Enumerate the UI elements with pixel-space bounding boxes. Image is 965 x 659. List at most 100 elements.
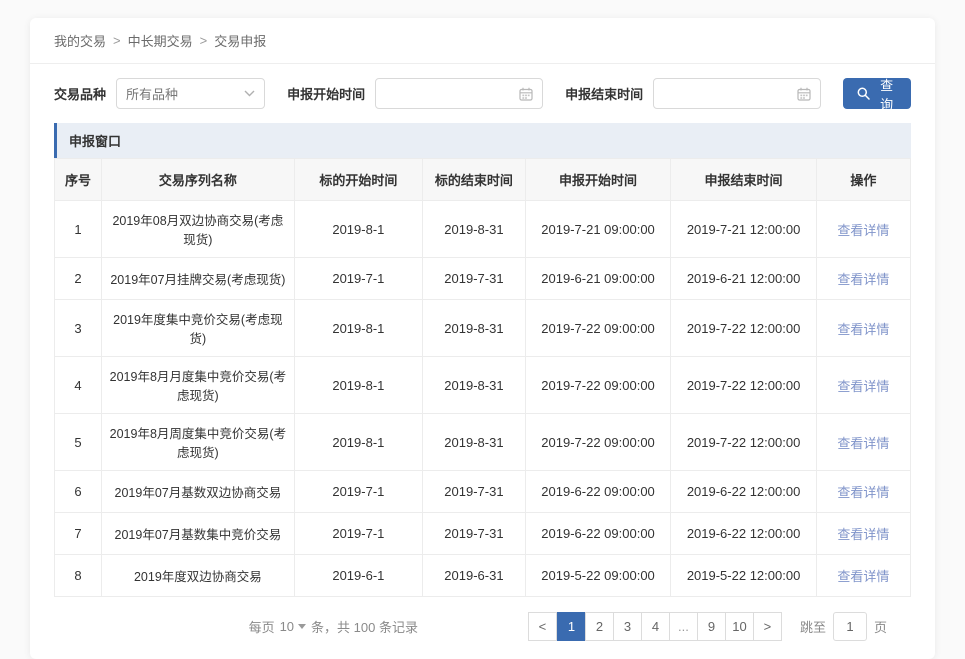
row-index-cell: 2 <box>55 258 102 300</box>
sequence-name-cell: 2019年07月基数集中竞价交易 <box>102 513 295 555</box>
declare-start-date-field <box>375 78 543 109</box>
subject-start-cell: 2019-7-1 <box>294 471 422 513</box>
table-row: 5 2019年8月周度集中竞价交易(考虑现货) 2019-8-1 2019-8-… <box>55 414 911 471</box>
variety-selected-value: 所有品种 <box>126 84 178 103</box>
breadcrumb-item-trade-declaration: 交易申报 <box>214 31 266 50</box>
view-details-link[interactable]: 查看详情 <box>837 436 889 451</box>
per-page-dropdown-icon <box>298 624 306 629</box>
view-details-link[interactable]: 查看详情 <box>837 223 889 238</box>
subject-start-cell: 2019-8-1 <box>294 300 422 357</box>
per-page-select[interactable]: 10 <box>280 619 306 634</box>
subject-end-cell: 2019-7-31 <box>423 258 526 300</box>
subject-start-cell: 2019-6-1 <box>294 555 422 597</box>
pagination-page-3[interactable]: 3 <box>613 612 642 641</box>
operation-cell: 查看详情 <box>816 258 910 300</box>
pagination-page-1[interactable]: 1 <box>557 612 586 641</box>
declare-end-cell: 2019-5-22 12:00:00 <box>671 555 817 597</box>
breadcrumb-item-mid-long-term[interactable]: 中长期交易 <box>128 31 193 50</box>
col-header-declare-start: 申报开始时间 <box>525 159 671 201</box>
declare-start-input[interactable] <box>385 86 519 101</box>
chevron-down-icon <box>244 90 255 97</box>
sequence-name-cell: 2019年08月双边协商交易(考虑现货) <box>102 201 295 258</box>
pagination-ellipsis: ... <box>669 612 698 641</box>
row-index-cell: 6 <box>55 471 102 513</box>
pagination-prev-button[interactable]: < <box>528 612 557 641</box>
sequence-name-cell: 2019年8月月度集中竞价交易(考虑现货) <box>102 357 295 414</box>
table-row: 6 2019年07月基数双边协商交易 2019-7-1 2019-7-31 20… <box>55 471 911 513</box>
row-index-cell: 7 <box>55 513 102 555</box>
calendar-icon[interactable] <box>519 87 533 101</box>
col-header-subject-end: 标的结束时间 <box>423 159 526 201</box>
subject-start-cell: 2019-8-1 <box>294 357 422 414</box>
sequence-name-cell: 2019年07月基数双边协商交易 <box>102 471 295 513</box>
pagination-page-4[interactable]: 4 <box>641 612 670 641</box>
per-page-value: 10 <box>280 619 294 634</box>
view-details-link[interactable]: 查看详情 <box>837 272 889 287</box>
operation-cell: 查看详情 <box>816 300 910 357</box>
declare-start-cell: 2019-7-22 09:00:00 <box>525 414 671 471</box>
table-row: 2 2019年07月挂牌交易(考虑现货) 2019-7-1 2019-7-31 … <box>55 258 911 300</box>
declare-start-cell: 2019-7-22 09:00:00 <box>525 300 671 357</box>
calendar-icon[interactable] <box>797 87 811 101</box>
query-button[interactable]: 查询 <box>843 78 911 109</box>
declare-end-label: 申报结束时间 <box>565 84 643 103</box>
col-header-sequence-name: 交易序列名称 <box>102 159 295 201</box>
jump-label: 跳至 <box>800 617 826 636</box>
declare-start-cell: 2019-6-22 09:00:00 <box>525 471 671 513</box>
subject-end-cell: 2019-7-31 <box>423 471 526 513</box>
filter-bar: 交易品种 所有品种 申报开始时间 申报结束时间 查询 <box>30 64 935 121</box>
operation-cell: 查看详情 <box>816 414 910 471</box>
declare-end-cell: 2019-7-22 12:00:00 <box>671 414 817 471</box>
breadcrumb-separator: > <box>113 33 121 48</box>
view-details-link[interactable]: 查看详情 <box>837 485 889 500</box>
breadcrumb-item-my-trading[interactable]: 我的交易 <box>54 31 106 50</box>
pagination-pages: 1234...910 <box>557 612 754 641</box>
variety-select[interactable]: 所有品种 <box>116 78 265 109</box>
operation-cell: 查看详情 <box>816 513 910 555</box>
query-button-label: 查询 <box>876 75 897 113</box>
col-header-declare-end: 申报结束时间 <box>671 159 817 201</box>
sequence-name-cell: 2019年度集中竞价交易(考虑现货) <box>102 300 295 357</box>
subject-end-cell: 2019-8-31 <box>423 357 526 414</box>
operation-cell: 查看详情 <box>816 471 910 513</box>
col-header-subject-start: 标的开始时间 <box>294 159 422 201</box>
variety-label: 交易品种 <box>54 84 106 103</box>
pagination-page-10[interactable]: 10 <box>725 612 754 641</box>
subject-end-cell: 2019-8-31 <box>423 201 526 258</box>
jump-page-input[interactable] <box>833 612 867 641</box>
per-page-prefix: 每页 <box>249 617 275 636</box>
jump-suffix: 页 <box>874 617 887 636</box>
operation-cell: 查看详情 <box>816 555 910 597</box>
view-details-link[interactable]: 查看详情 <box>837 527 889 542</box>
sequence-name-cell: 2019年度双边协商交易 <box>102 555 295 597</box>
declare-end-cell: 2019-7-22 12:00:00 <box>671 300 817 357</box>
main-content: 申报窗口 序号 交易序列名称 标的开始时间 标的结束时间 申报开始时间 申报结束… <box>30 121 935 659</box>
declare-end-cell: 2019-6-21 12:00:00 <box>671 258 817 300</box>
subject-end-cell: 2019-6-31 <box>423 555 526 597</box>
declare-start-cell: 2019-7-21 09:00:00 <box>525 201 671 258</box>
table-body: 1 2019年08月双边协商交易(考虑现货) 2019-8-1 2019-8-3… <box>55 201 911 597</box>
declare-start-cell: 2019-6-22 09:00:00 <box>525 513 671 555</box>
subject-start-cell: 2019-7-1 <box>294 513 422 555</box>
declare-start-label: 申报开始时间 <box>287 84 365 103</box>
pagination-page-9[interactable]: 9 <box>697 612 726 641</box>
row-index-cell: 4 <box>55 357 102 414</box>
breadcrumb-separator: > <box>200 33 208 48</box>
declare-end-cell: 2019-6-22 12:00:00 <box>671 513 817 555</box>
pagination-page-2[interactable]: 2 <box>585 612 614 641</box>
pagination-next-button[interactable]: > <box>753 612 782 641</box>
search-icon <box>857 87 870 100</box>
subject-start-cell: 2019-7-1 <box>294 258 422 300</box>
view-details-link[interactable]: 查看详情 <box>837 569 889 584</box>
declare-end-cell: 2019-6-22 12:00:00 <box>671 471 817 513</box>
declaration-table: 序号 交易序列名称 标的开始时间 标的结束时间 申报开始时间 申报结束时间 操作… <box>54 158 911 597</box>
view-details-link[interactable]: 查看详情 <box>837 379 889 394</box>
declare-start-cell: 2019-5-22 09:00:00 <box>525 555 671 597</box>
declare-end-input[interactable] <box>663 86 797 101</box>
table-row: 1 2019年08月双边协商交易(考虑现货) 2019-8-1 2019-8-3… <box>55 201 911 258</box>
row-index-cell: 3 <box>55 300 102 357</box>
view-details-link[interactable]: 查看详情 <box>837 322 889 337</box>
row-index-cell: 5 <box>55 414 102 471</box>
table-footer: 每页 10 条，共 100 条记录 < 1234...910 > 跳至 页 <box>54 597 911 659</box>
table-row: 3 2019年度集中竞价交易(考虑现货) 2019-8-1 2019-8-31 … <box>55 300 911 357</box>
